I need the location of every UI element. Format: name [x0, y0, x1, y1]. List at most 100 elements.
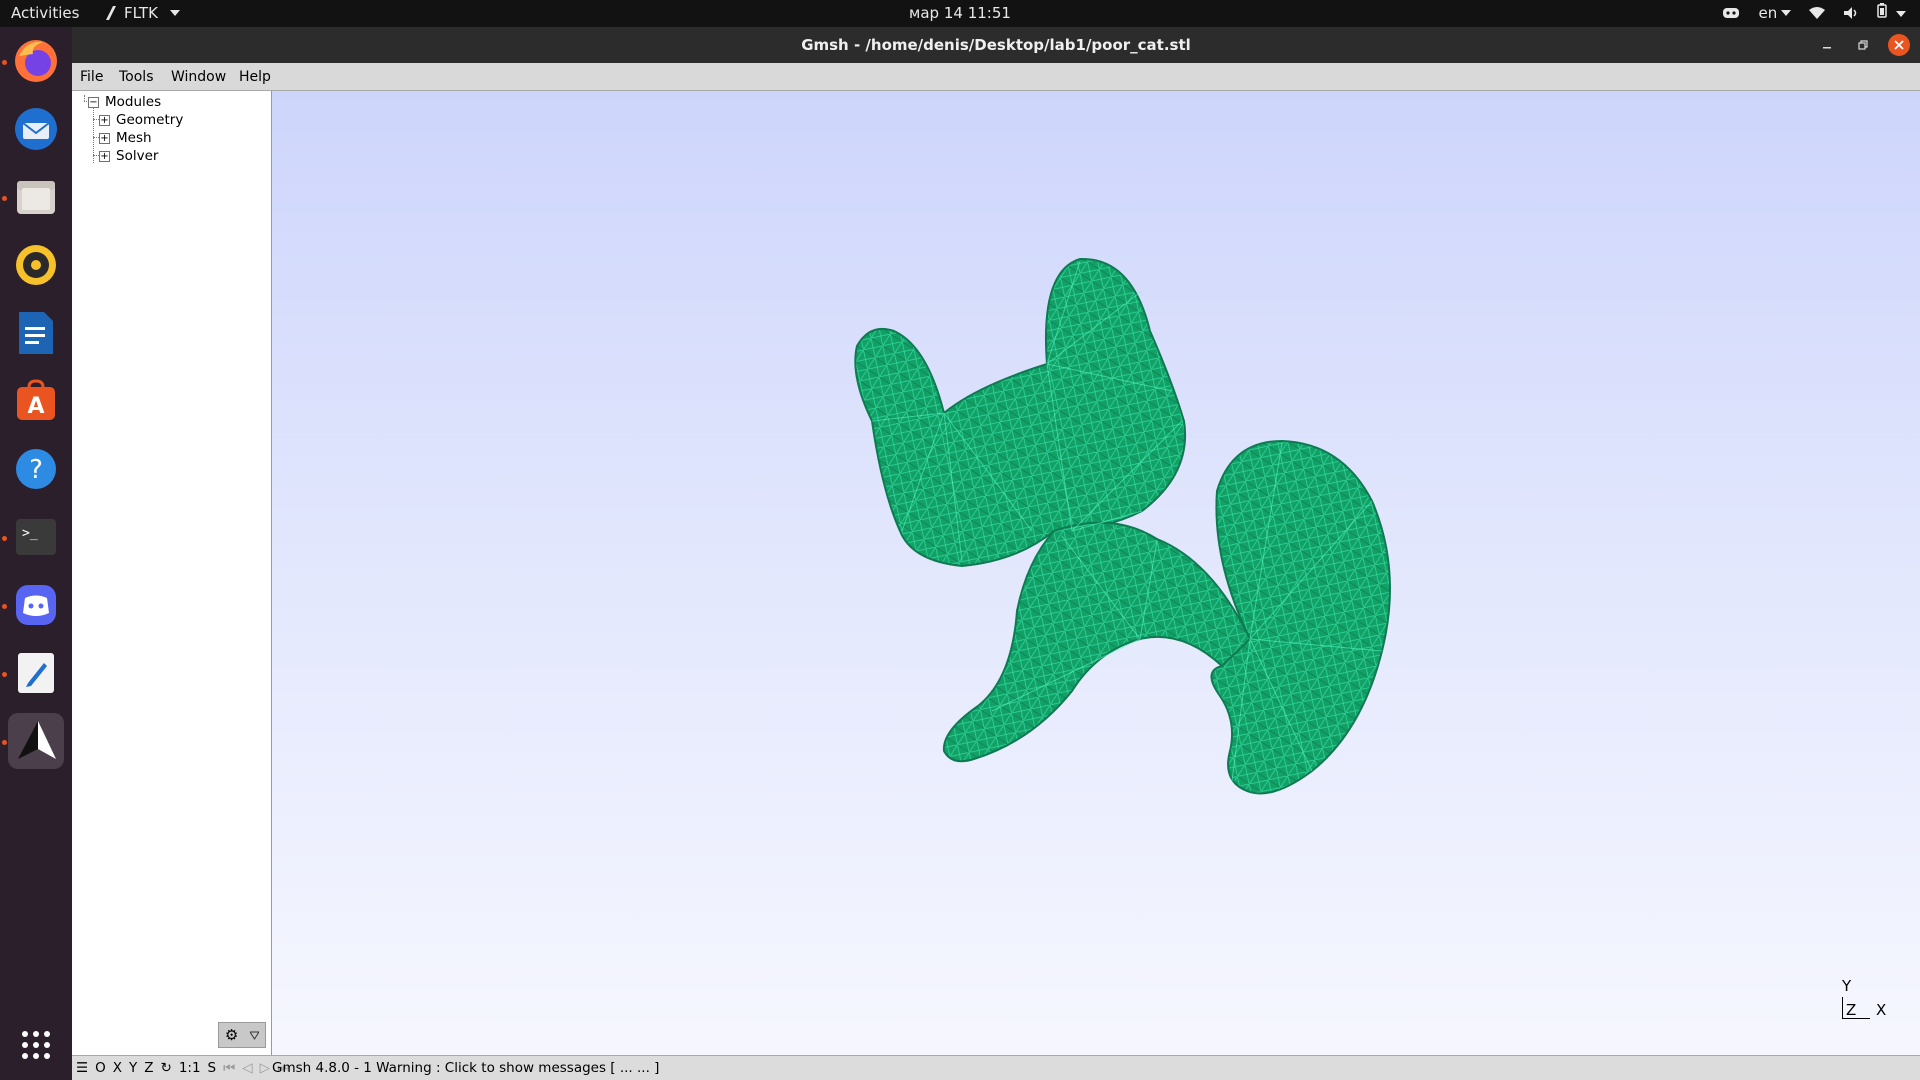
running-indicator [2, 60, 7, 65]
collapse-icon[interactable]: − [88, 96, 99, 108]
axis-z-label: Z [1846, 1001, 1857, 1019]
system-tray[interactable]: en [1722, 3, 1906, 22]
view-z-button[interactable]: Z [144, 1060, 153, 1076]
gmsh-window: Gmsh - /home/denis/Desktop/lab1/poor_cat… [72, 27, 1920, 1080]
cat-head [854, 257, 1186, 568]
app-menu[interactable]: FLTK [106, 4, 180, 22]
help-icon: ? [16, 449, 56, 489]
running-indicator [2, 604, 7, 609]
gear-icon: ⚙ [224, 1026, 239, 1044]
axis-y-line [1842, 997, 1843, 1019]
tree-node-solver[interactable]: + Solver [99, 148, 158, 164]
view-origin-button[interactable]: O [95, 1060, 106, 1076]
wifi-icon[interactable] [1809, 6, 1826, 20]
discord-tray-icon[interactable] [1722, 6, 1740, 20]
dock-libreoffice-writer[interactable] [8, 305, 64, 361]
dropdown-icon [250, 1031, 260, 1040]
thunderbird-icon [15, 108, 57, 150]
language-indicator[interactable]: en [1758, 4, 1792, 22]
dock-files[interactable] [8, 169, 64, 225]
scale-1-1-button[interactable]: 1:1 [179, 1060, 201, 1076]
chevron-down-icon [1896, 10, 1906, 17]
tree-label: Mesh [116, 130, 152, 146]
close-button[interactable] [1888, 34, 1910, 56]
menu-bar: File Tools Window Help [72, 63, 1920, 91]
tree-label: Modules [105, 94, 162, 110]
axes-indicator: Y Z X [1842, 977, 1906, 1023]
firefox-icon [15, 40, 57, 82]
view-x-button[interactable]: X [113, 1060, 122, 1076]
cat-mesh [854, 257, 1391, 795]
view-y-button[interactable]: Y [129, 1060, 137, 1076]
running-indicator [2, 196, 7, 201]
axis-x-label: X [1876, 1001, 1887, 1019]
activities-button[interactable]: Activities [11, 4, 79, 22]
play-icon[interactable]: ▷ [260, 1060, 270, 1076]
status-bar: ☰ O X Y Z ↻ 1:1 S ⏮ ◁ ▷ ⏭ Gmsh 4.8.0 - 1… [72, 1055, 1920, 1080]
svg-text:>_: >_ [22, 526, 38, 541]
chevron-down-icon [1781, 10, 1792, 16]
battery-menu[interactable] [1877, 3, 1906, 22]
fltk-app-icon [106, 6, 116, 20]
close-icon [1894, 40, 1904, 50]
expand-icon[interactable]: + [99, 132, 110, 144]
select-button[interactable]: S [208, 1060, 217, 1076]
status-message[interactable]: Gmsh 4.8.0 - 1 Warning : Click to show m… [272, 1060, 659, 1076]
rhythmbox-icon [16, 245, 56, 285]
module-tree: − Modules + Geometry + Mesh + Solver [72, 91, 272, 1055]
software-center-icon: A [17, 379, 55, 420]
options-button[interactable]: ⚙ [218, 1022, 266, 1048]
graphics-viewport[interactable]: Y Z X [272, 91, 1920, 1055]
title-bar[interactable]: Gmsh - /home/denis/Desktop/lab1/poor_cat… [72, 27, 1920, 63]
tree-label: Geometry [116, 112, 184, 128]
dock: A ? >_ [0, 27, 72, 1080]
files-icon [17, 181, 55, 214]
tree-node-geometry[interactable]: + Geometry [99, 112, 183, 128]
dock-terminal[interactable]: >_ [8, 509, 64, 565]
discord-icon [16, 585, 56, 625]
terminal-icon: >_ [16, 519, 56, 555]
tree-node-mesh[interactable]: + Mesh [99, 130, 152, 146]
first-frame-icon[interactable]: ⏮ [223, 1060, 235, 1076]
running-indicator [2, 740, 7, 745]
top-bar: Activities FLTK мар 14 11:51 en [0, 0, 1920, 27]
dock-gmsh[interactable] [8, 713, 64, 769]
text-editor-icon [18, 653, 54, 693]
dock-software-center[interactable]: A [8, 373, 64, 429]
rotate-icon[interactable]: ↻ [161, 1060, 172, 1076]
clock-container: мар 14 11:51 [0, 4, 1920, 22]
running-indicator [2, 536, 7, 541]
restore-icon [1858, 40, 1868, 50]
menu-tools[interactable]: Tools [119, 69, 154, 85]
gmsh-icon [18, 721, 56, 759]
dock-thunderbird[interactable] [8, 101, 64, 157]
show-applications-button[interactable] [8, 1017, 64, 1073]
dock-firefox[interactable] [8, 33, 64, 89]
expand-icon[interactable]: + [99, 150, 110, 162]
running-indicator [2, 672, 7, 677]
window-title: Gmsh - /home/denis/Desktop/lab1/poor_cat… [801, 36, 1191, 54]
svg-text:?: ? [29, 455, 43, 485]
dock-help[interactable]: ? [8, 441, 64, 497]
svg-text:A: A [27, 394, 44, 419]
app-grid-icon [22, 1031, 50, 1059]
prev-frame-icon[interactable]: ◁ [242, 1060, 252, 1076]
mesh-render[interactable] [272, 91, 1920, 1055]
dock-discord[interactable] [8, 577, 64, 633]
app-name: FLTK [124, 4, 158, 22]
menu-help[interactable]: Help [239, 69, 271, 85]
chevron-down-icon [169, 10, 180, 16]
tree-node-modules[interactable]: − Modules [88, 94, 161, 110]
axis-y-label: Y [1842, 977, 1852, 995]
tree-label: Solver [116, 148, 159, 164]
menu-window[interactable]: Window [171, 69, 226, 85]
clock[interactable]: мар 14 11:51 [909, 4, 1011, 22]
maximize-button[interactable] [1852, 34, 1874, 56]
expand-icon[interactable]: + [99, 114, 110, 126]
menu-file[interactable]: File [80, 69, 103, 85]
minimize-button[interactable] [1816, 34, 1838, 56]
volume-icon[interactable] [1843, 6, 1859, 20]
hamburger-icon[interactable]: ☰ [76, 1060, 88, 1076]
dock-text-editor[interactable] [8, 645, 64, 701]
dock-rhythmbox[interactable] [8, 237, 64, 293]
